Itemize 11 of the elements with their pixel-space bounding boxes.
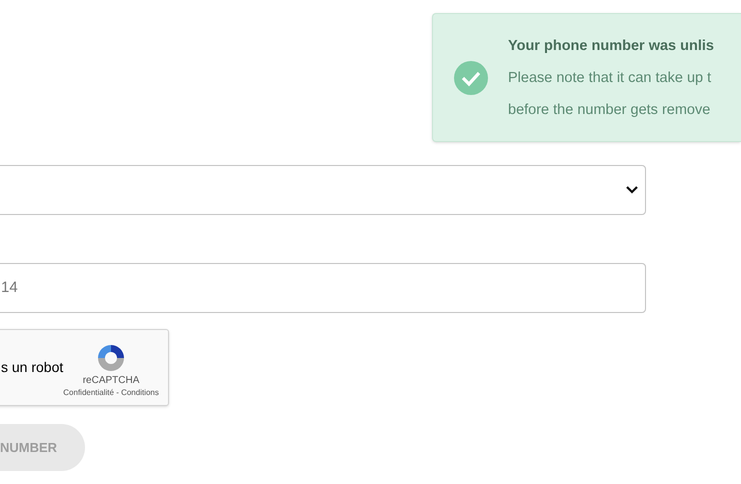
captcha-brand: reCAPTCHA [82, 374, 140, 388]
toast-message-line: Please note that it can take up t [508, 68, 712, 88]
toast-message-line: before the number gets remove [508, 100, 712, 120]
captcha-label: s un robot [1, 358, 64, 377]
captcha-links[interactable]: Confidentialité - Conditions [63, 388, 159, 398]
dropdown-field[interactable] [0, 165, 646, 215]
toast-title: Your phone number was unlis [508, 36, 714, 56]
phone-value: 14 [1, 278, 18, 298]
check-circle-icon [454, 60, 488, 94]
chevron-icon [625, 185, 639, 195]
phone-input-field[interactable]: 14 [0, 263, 646, 313]
